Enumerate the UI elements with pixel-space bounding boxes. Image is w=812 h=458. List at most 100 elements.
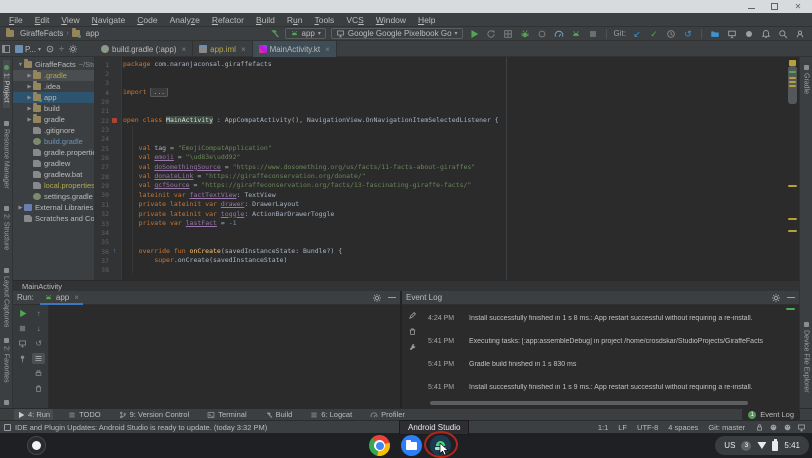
event-log-settings-gear-icon[interactable] <box>771 293 781 303</box>
menu-analyze[interactable]: Analyze <box>164 15 206 25</box>
menu-navigate[interactable]: Navigate <box>86 15 132 25</box>
update-project-button[interactable]: ↙ <box>631 28 643 40</box>
menu-code[interactable]: Code <box>131 15 163 25</box>
event-log-stripe-button[interactable]: 1 Event Log <box>742 409 800 420</box>
launcher-button[interactable] <box>27 436 46 455</box>
tree-item--gitignore[interactable]: .gitignore <box>13 125 94 136</box>
scroll-to-end-button[interactable] <box>32 353 45 364</box>
line-separator-widget[interactable]: LF <box>618 423 627 432</box>
close-icon[interactable]: × <box>181 45 186 54</box>
attach-debugger-button[interactable] <box>536 28 548 40</box>
close-icon[interactable]: × <box>74 293 79 302</box>
sync-folder-button[interactable] <box>709 28 721 40</box>
tool-stripe-profiler[interactable]: Profiler <box>367 409 408 420</box>
tool-stripe-2-structure[interactable]: 2: Structure <box>3 201 10 255</box>
tab-mainactivity-kt[interactable]: MainActivity.kt× <box>253 41 337 57</box>
tree-item-app[interactable]: ▶app <box>13 92 94 103</box>
menu-window[interactable]: Window <box>370 15 412 25</box>
tree-item-gradle[interactable]: ▶gradle <box>13 114 94 125</box>
pin-tab-button[interactable] <box>16 353 29 364</box>
print-button[interactable] <box>32 368 45 379</box>
tree-item--idea[interactable]: ▶.idea <box>13 81 94 92</box>
profile-avatar-button[interactable] <box>794 28 806 40</box>
run-button[interactable] <box>468 28 480 40</box>
menu-file[interactable]: File <box>3 15 29 25</box>
breadcrumb-class[interactable]: MainActivity <box>22 282 62 291</box>
apply-changes-button[interactable] <box>485 28 497 40</box>
tool-stripe-todo[interactable]: TODO <box>65 409 104 420</box>
menu-help[interactable]: Help <box>412 15 441 25</box>
breadcrumb-item-app[interactable]: app <box>72 29 99 38</box>
tree-item-external-libraries[interactable]: ▶External Libraries <box>13 202 94 213</box>
tree-item-gradle-properties[interactable]: gradle.properties <box>13 147 94 158</box>
tool-stripe-build[interactable]: Build <box>262 409 296 420</box>
tree-item-settings-gradle[interactable]: settings.gradle <box>13 191 94 202</box>
tab-build-gradle-app-[interactable]: build.gradle (:app)× <box>95 41 193 57</box>
face-status-icon[interactable] <box>783 423 792 432</box>
tree-item-local-properties[interactable]: local.properties <box>13 180 94 191</box>
history-button[interactable] <box>665 28 677 40</box>
system-tray[interactable]: US 3 5:41 <box>715 436 809 455</box>
encoding-widget[interactable]: UTF-8 <box>637 423 658 432</box>
soft-wrap-button[interactable]: ↺ <box>32 338 45 349</box>
indent-widget[interactable]: 4 spaces <box>668 423 698 432</box>
tree-item--gradle[interactable]: ▶.gradle <box>13 70 94 81</box>
profile-button[interactable] <box>553 28 565 40</box>
maximize-window-icon[interactable] <box>771 3 778 10</box>
device-manager-button[interactable] <box>726 28 738 40</box>
stop-button[interactable] <box>587 28 599 40</box>
minimize-window-icon[interactable] <box>748 4 755 9</box>
menu-vcs[interactable]: VCS <box>340 15 369 25</box>
run-tab-app[interactable]: app × <box>40 291 83 305</box>
tool-stripe-terminal[interactable]: Terminal <box>204 409 249 420</box>
close-icon[interactable]: × <box>241 45 246 54</box>
tool-stripe-1-project[interactable]: 1: Project <box>3 60 10 108</box>
menu-refactor[interactable]: Refactor <box>206 15 250 25</box>
restart-activity-button[interactable] <box>16 338 29 349</box>
event-log-settings-button[interactable] <box>406 342 419 353</box>
apply-code-changes-button[interactable] <box>570 28 582 40</box>
menu-view[interactable]: View <box>55 15 85 25</box>
device-selector[interactable]: Google Google Pixelbook Go▾ <box>331 28 463 39</box>
locate-file-icon[interactable] <box>45 44 55 54</box>
event-log-hscrollbar[interactable] <box>430 401 748 405</box>
tool-stripe-2-favorites[interactable]: 2: Favorites <box>3 333 10 388</box>
tool-stripe-resource-manager[interactable]: Resource Manager <box>3 116 10 194</box>
code-editor[interactable]: 12342021222324252627282930313233343536↑3… <box>95 57 799 280</box>
menu-edit[interactable]: Edit <box>29 15 56 25</box>
search-everywhere-button[interactable] <box>777 28 789 40</box>
face-status-icon[interactable] <box>769 423 778 432</box>
run-config-selector[interactable]: app▾ <box>285 28 326 39</box>
tool-stripe-device-file-explorer[interactable]: Device File Explorer <box>803 317 810 398</box>
chrome-app-icon[interactable] <box>369 435 390 456</box>
files-app-icon[interactable] <box>401 435 422 456</box>
rollback-button[interactable]: ↺ <box>682 28 694 40</box>
down-stack-trace-button[interactable]: ↓ <box>32 323 45 334</box>
breadcrumb-item-giraffefacts[interactable]: GiraffeFacts <box>6 29 63 38</box>
up-stack-trace-button[interactable]: ↑ <box>32 308 45 319</box>
screen-status-icon[interactable] <box>797 423 806 432</box>
tool-stripe-6-logcat[interactable]: 6: Logcat <box>307 409 355 420</box>
tool-stripe-4-run[interactable]: 4: Run <box>14 409 53 420</box>
menu-build[interactable]: Build <box>250 15 281 25</box>
tree-item-scratches-and-consoles[interactable]: Scratches and Consoles <box>13 213 94 224</box>
project-view-selector[interactable]: P...▾ <box>15 45 41 54</box>
run-settings-gear-icon[interactable] <box>372 293 382 303</box>
build-hammer-icon[interactable] <box>269 28 280 39</box>
status-message[interactable]: IDE and Plugin Updates: Android Studio i… <box>15 423 267 432</box>
project-settings-gear-icon[interactable] <box>68 44 78 54</box>
notifications-button[interactable] <box>760 28 772 40</box>
gradle-sync-button[interactable] <box>743 28 755 40</box>
tree-item-build[interactable]: ▶build <box>13 103 94 114</box>
caret-position-widget[interactable]: 1:1 <box>598 423 608 432</box>
tab-app-iml[interactable]: app.iml× <box>193 41 252 57</box>
git-branch-widget[interactable]: Git: master <box>708 423 745 432</box>
close-window-icon[interactable]: ✕ <box>794 3 802 11</box>
mark-all-read-button[interactable] <box>406 310 419 321</box>
tree-item-gradlew-bat[interactable]: gradlew.bat <box>13 169 94 180</box>
stop-button[interactable] <box>16 323 29 334</box>
commit-button[interactable]: ✓ <box>648 28 660 40</box>
menu-tools[interactable]: Tools <box>308 15 340 25</box>
collapse-all-icon[interactable]: ÷ <box>59 44 64 54</box>
tree-item-gradlew[interactable]: gradlew <box>13 158 94 169</box>
